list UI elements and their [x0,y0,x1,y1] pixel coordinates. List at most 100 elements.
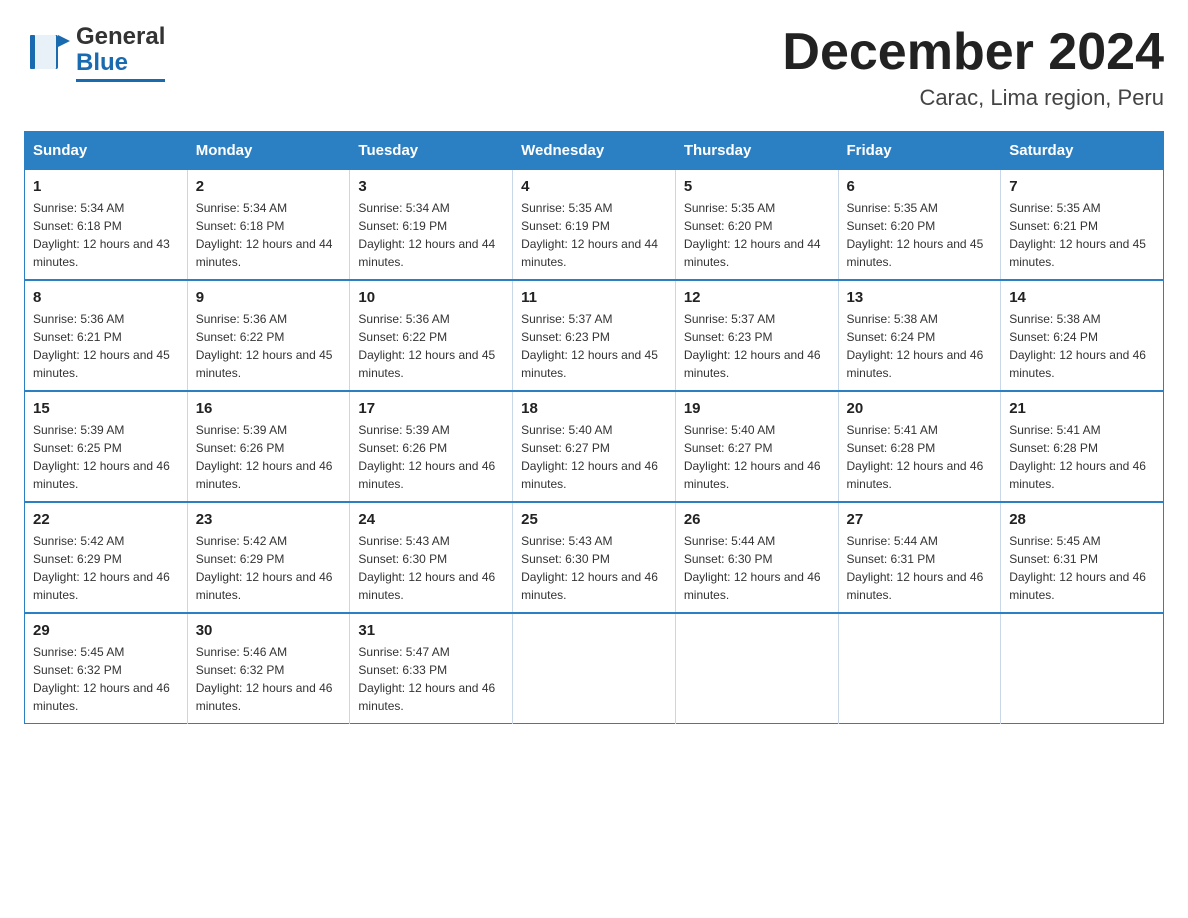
day-info: Sunrise: 5:40 AMSunset: 6:27 PMDaylight:… [521,423,658,491]
day-number: 14 [1009,289,1155,306]
calendar-cell: 28 Sunrise: 5:45 AMSunset: 6:31 PMDaylig… [1001,502,1164,613]
day-number: 3 [358,178,504,195]
calendar-cell: 12 Sunrise: 5:37 AMSunset: 6:23 PMDaylig… [675,280,838,391]
day-info: Sunrise: 5:42 AMSunset: 6:29 PMDaylight:… [33,534,170,602]
day-info: Sunrise: 5:34 AMSunset: 6:18 PMDaylight:… [33,201,170,269]
logo-general-text: General [76,24,165,50]
calendar-cell: 10 Sunrise: 5:36 AMSunset: 6:22 PMDaylig… [350,280,513,391]
day-info: Sunrise: 5:37 AMSunset: 6:23 PMDaylight:… [521,312,658,380]
day-info: Sunrise: 5:43 AMSunset: 6:30 PMDaylight:… [358,534,495,602]
calendar-cell: 8 Sunrise: 5:36 AMSunset: 6:21 PMDayligh… [25,280,188,391]
day-info: Sunrise: 5:35 AMSunset: 6:20 PMDaylight:… [684,201,821,269]
logo-icon [24,27,76,79]
day-number: 1 [33,178,179,195]
calendar-cell: 13 Sunrise: 5:38 AMSunset: 6:24 PMDaylig… [838,280,1001,391]
day-info: Sunrise: 5:39 AMSunset: 6:26 PMDaylight:… [358,423,495,491]
calendar-cell: 9 Sunrise: 5:36 AMSunset: 6:22 PMDayligh… [187,280,350,391]
day-number: 26 [684,511,830,528]
calendar-cell: 17 Sunrise: 5:39 AMSunset: 6:26 PMDaylig… [350,391,513,502]
day-number: 6 [847,178,993,195]
day-info: Sunrise: 5:41 AMSunset: 6:28 PMDaylight:… [1009,423,1146,491]
day-number: 24 [358,511,504,528]
day-info: Sunrise: 5:34 AMSunset: 6:18 PMDaylight:… [196,201,333,269]
day-info: Sunrise: 5:43 AMSunset: 6:30 PMDaylight:… [521,534,658,602]
calendar-cell: 18 Sunrise: 5:40 AMSunset: 6:27 PMDaylig… [513,391,676,502]
day-info: Sunrise: 5:36 AMSunset: 6:22 PMDaylight:… [358,312,495,380]
header-monday: Monday [187,132,350,170]
header-sunday: Sunday [25,132,188,170]
day-info: Sunrise: 5:42 AMSunset: 6:29 PMDaylight:… [196,534,333,602]
day-number: 7 [1009,178,1155,195]
day-number: 12 [684,289,830,306]
header-saturday: Saturday [1001,132,1164,170]
calendar-cell: 2 Sunrise: 5:34 AMSunset: 6:18 PMDayligh… [187,170,350,281]
day-number: 11 [521,289,667,306]
calendar-cell: 3 Sunrise: 5:34 AMSunset: 6:19 PMDayligh… [350,170,513,281]
calendar-cell: 15 Sunrise: 5:39 AMSunset: 6:25 PMDaylig… [25,391,188,502]
day-number: 20 [847,400,993,417]
calendar-cell: 16 Sunrise: 5:39 AMSunset: 6:26 PMDaylig… [187,391,350,502]
calendar-cell: 1 Sunrise: 5:34 AMSunset: 6:18 PMDayligh… [25,170,188,281]
calendar-cell: 29 Sunrise: 5:45 AMSunset: 6:32 PMDaylig… [25,613,188,724]
day-info: Sunrise: 5:38 AMSunset: 6:24 PMDaylight:… [847,312,984,380]
day-info: Sunrise: 5:35 AMSunset: 6:20 PMDaylight:… [847,201,984,269]
calendar-cell: 19 Sunrise: 5:40 AMSunset: 6:27 PMDaylig… [675,391,838,502]
calendar-cell: 5 Sunrise: 5:35 AMSunset: 6:20 PMDayligh… [675,170,838,281]
day-number: 15 [33,400,179,417]
day-info: Sunrise: 5:41 AMSunset: 6:28 PMDaylight:… [847,423,984,491]
calendar-cell: 25 Sunrise: 5:43 AMSunset: 6:30 PMDaylig… [513,502,676,613]
day-number: 4 [521,178,667,195]
header-tuesday: Tuesday [350,132,513,170]
day-number: 10 [358,289,504,306]
header-thursday: Thursday [675,132,838,170]
page-header: General Blue December 2024 Carac, Lima r… [24,24,1164,111]
day-info: Sunrise: 5:45 AMSunset: 6:32 PMDaylight:… [33,645,170,713]
day-number: 27 [847,511,993,528]
day-number: 31 [358,622,504,639]
day-number: 25 [521,511,667,528]
location-subtitle: Carac, Lima region, Peru [782,85,1164,111]
day-info: Sunrise: 5:44 AMSunset: 6:31 PMDaylight:… [847,534,984,602]
calendar-week-3: 15 Sunrise: 5:39 AMSunset: 6:25 PMDaylig… [25,391,1164,502]
day-number: 18 [521,400,667,417]
day-number: 16 [196,400,342,417]
day-info: Sunrise: 5:39 AMSunset: 6:26 PMDaylight:… [196,423,333,491]
day-number: 23 [196,511,342,528]
day-info: Sunrise: 5:36 AMSunset: 6:22 PMDaylight:… [196,312,333,380]
month-title: December 2024 [782,24,1164,81]
calendar-cell: 7 Sunrise: 5:35 AMSunset: 6:21 PMDayligh… [1001,170,1164,281]
calendar-cell: 23 Sunrise: 5:42 AMSunset: 6:29 PMDaylig… [187,502,350,613]
calendar-cell: 22 Sunrise: 5:42 AMSunset: 6:29 PMDaylig… [25,502,188,613]
calendar-cell [513,613,676,724]
header-friday: Friday [838,132,1001,170]
calendar-cell: 14 Sunrise: 5:38 AMSunset: 6:24 PMDaylig… [1001,280,1164,391]
day-number: 22 [33,511,179,528]
day-number: 5 [684,178,830,195]
calendar-cell: 24 Sunrise: 5:43 AMSunset: 6:30 PMDaylig… [350,502,513,613]
calendar-cell: 30 Sunrise: 5:46 AMSunset: 6:32 PMDaylig… [187,613,350,724]
calendar-cell: 27 Sunrise: 5:44 AMSunset: 6:31 PMDaylig… [838,502,1001,613]
day-info: Sunrise: 5:47 AMSunset: 6:33 PMDaylight:… [358,645,495,713]
calendar-table: Sunday Monday Tuesday Wednesday Thursday… [24,131,1164,724]
day-info: Sunrise: 5:40 AMSunset: 6:27 PMDaylight:… [684,423,821,491]
header-wednesday: Wednesday [513,132,676,170]
day-info: Sunrise: 5:45 AMSunset: 6:31 PMDaylight:… [1009,534,1146,602]
calendar-cell [1001,613,1164,724]
day-info: Sunrise: 5:34 AMSunset: 6:19 PMDaylight:… [358,201,495,269]
title-area: December 2024 Carac, Lima region, Peru [782,24,1164,111]
day-number: 29 [33,622,179,639]
day-info: Sunrise: 5:44 AMSunset: 6:30 PMDaylight:… [684,534,821,602]
day-number: 28 [1009,511,1155,528]
day-info: Sunrise: 5:35 AMSunset: 6:19 PMDaylight:… [521,201,658,269]
calendar-week-1: 1 Sunrise: 5:34 AMSunset: 6:18 PMDayligh… [25,170,1164,281]
day-info: Sunrise: 5:38 AMSunset: 6:24 PMDaylight:… [1009,312,1146,380]
day-number: 19 [684,400,830,417]
day-number: 9 [196,289,342,306]
calendar-cell: 6 Sunrise: 5:35 AMSunset: 6:20 PMDayligh… [838,170,1001,281]
day-info: Sunrise: 5:36 AMSunset: 6:21 PMDaylight:… [33,312,170,380]
day-number: 13 [847,289,993,306]
calendar-header-row: Sunday Monday Tuesday Wednesday Thursday… [25,132,1164,170]
day-info: Sunrise: 5:39 AMSunset: 6:25 PMDaylight:… [33,423,170,491]
calendar-cell [675,613,838,724]
day-info: Sunrise: 5:35 AMSunset: 6:21 PMDaylight:… [1009,201,1146,269]
